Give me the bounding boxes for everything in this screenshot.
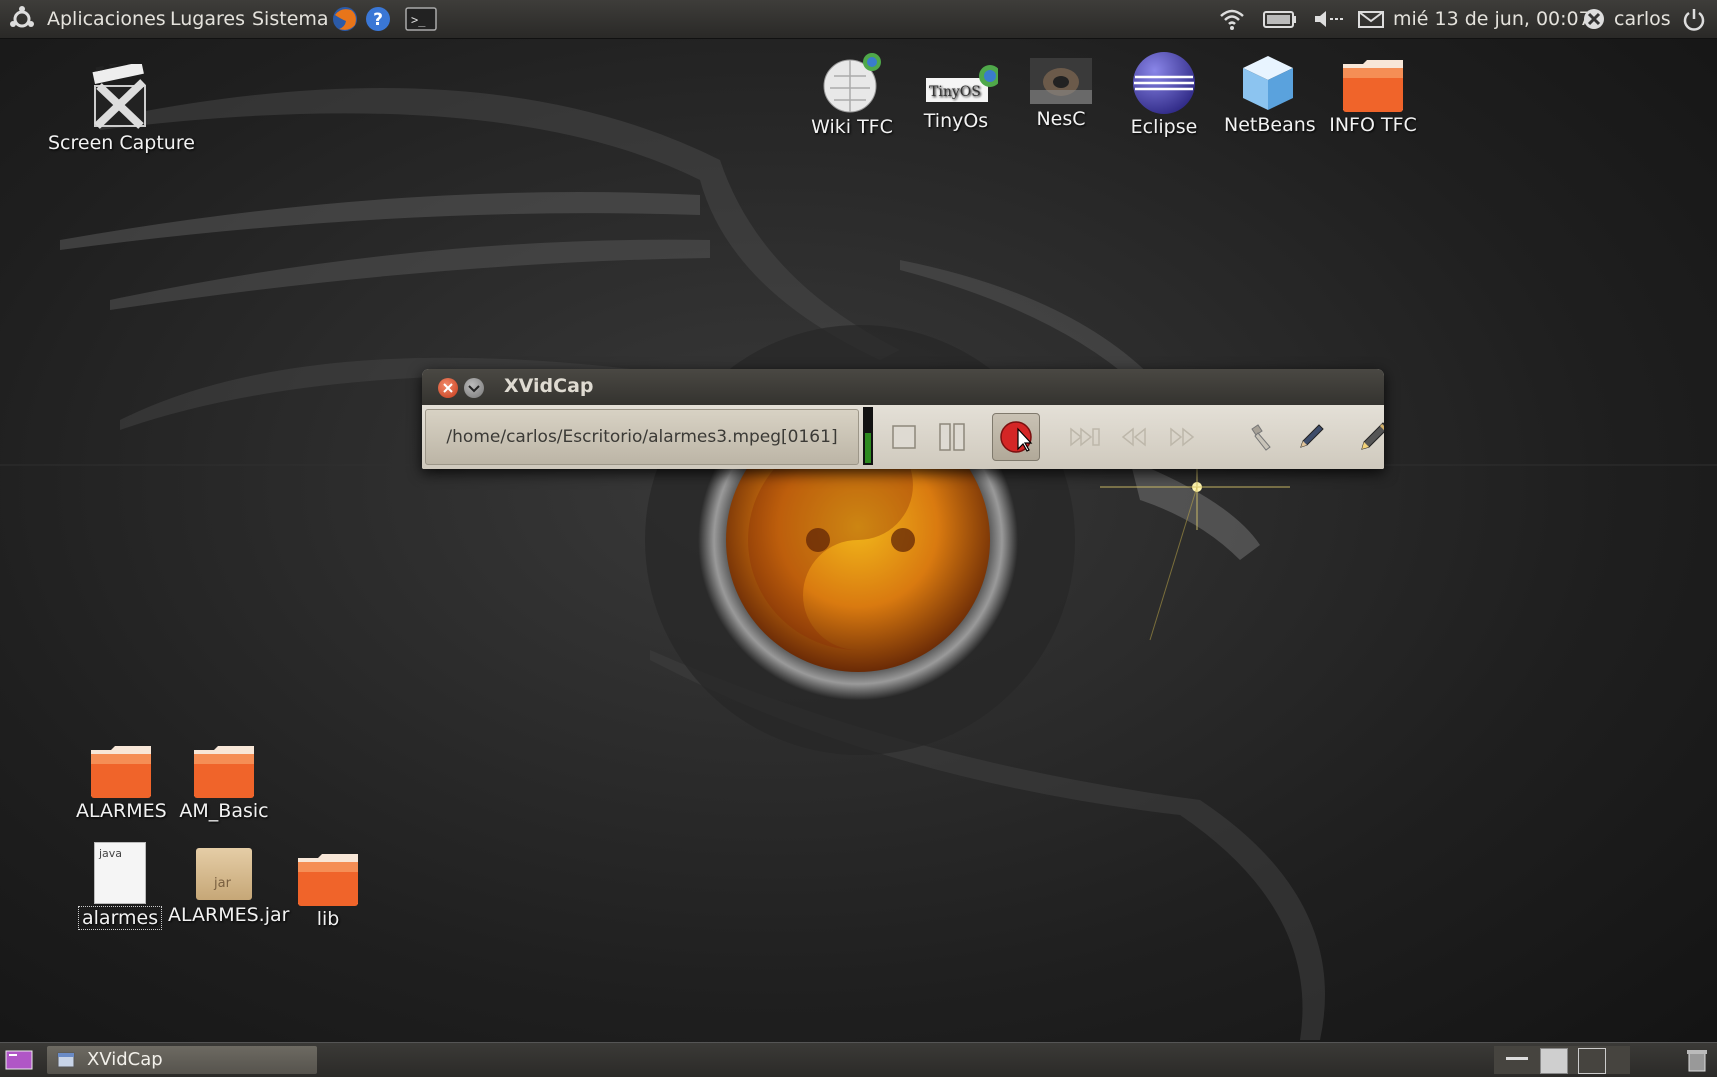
menu-sistema[interactable]: Sistema <box>252 0 329 38</box>
stop-button[interactable] <box>881 413 927 461</box>
java-badge: java <box>99 847 123 860</box>
tinyos-label: TinyOs <box>923 110 989 132</box>
pen-icon <box>1300 424 1324 448</box>
desktop-icon-alarmes-folder[interactable]: ALARMES <box>76 742 167 822</box>
user-icon[interactable] <box>1580 5 1608 33</box>
folder-icon <box>91 746 151 798</box>
terminal-icon[interactable]: >_ <box>405 5 437 33</box>
power-icon[interactable] <box>1680 5 1708 33</box>
level-meter <box>863 407 873 465</box>
annotate-button[interactable] <box>1351 413 1384 461</box>
firefox-icon[interactable] <box>331 5 359 33</box>
window-icon <box>57 1052 75 1068</box>
desktop-icon-wiki-tfc[interactable]: Wiki TFC <box>808 52 896 138</box>
desktop-icon-netbeans[interactable]: NetBeans <box>1224 52 1316 136</box>
tinyos-logo-text: TinyOS <box>929 84 981 100</box>
nesc-label: NesC <box>1036 108 1086 130</box>
workspace-switcher[interactable] <box>1494 1046 1630 1074</box>
folder-icon <box>194 746 254 798</box>
alarmes-folder-label: ALARMES <box>76 800 167 822</box>
alarmes-java-label: alarmes <box>78 906 162 930</box>
desktop-icon-alarmes-java[interactable]: java alarmes <box>78 842 162 930</box>
bottom-panel: XVidCap <box>0 1042 1717 1077</box>
filename-field[interactable]: /home/carlos/Escritorio/alarmes3.mpeg[01… <box>425 409 859 465</box>
desktop-icon-nesc[interactable]: NesC <box>1017 56 1105 130</box>
netbeans-label: NetBeans <box>1224 114 1316 136</box>
tinyos-logo-icon: TinyOS <box>926 65 998 102</box>
xvidcap-titlebar[interactable]: XVidCap <box>422 369 1384 405</box>
desktop-icon-am-basic[interactable]: AM_Basic <box>178 742 270 822</box>
screen-capture-label: Screen Capture <box>48 132 195 154</box>
top-panel: Aplicaciones Lugares Sistema ? >_ mié 13… <box>0 0 1717 39</box>
nesc-icon <box>1030 58 1092 104</box>
forward-button[interactable] <box>1159 413 1205 461</box>
desktop-icon-tinyos[interactable]: TinyOS TinyOs <box>912 62 1000 132</box>
trash-icon[interactable] <box>1685 1047 1709 1077</box>
step-forward-icon <box>1070 427 1100 447</box>
lib-label: lib <box>316 908 340 930</box>
folder-icon <box>1343 60 1403 112</box>
pencil-icon <box>1361 422 1384 450</box>
java-file-icon: java <box>94 842 146 904</box>
desktop-icon-info-tfc[interactable]: INFO TFC <box>1328 56 1418 136</box>
wiki-tfc-label: Wiki TFC <box>811 116 893 138</box>
taskbar-xvidcap[interactable]: XVidCap <box>47 1046 317 1074</box>
battery-icon[interactable] <box>1262 5 1298 33</box>
minimize-button[interactable] <box>464 378 484 398</box>
stop-icon <box>892 425 916 449</box>
clapperboard-icon <box>92 64 146 129</box>
menu-lugares[interactable]: Lugares <box>170 0 245 38</box>
desktop-icon-alarmes-jar[interactable]: jar ALARMES.jar <box>168 848 290 926</box>
rewind-button[interactable] <box>1111 413 1157 461</box>
filename-button[interactable] <box>1239 413 1285 461</box>
wikipedia-icon <box>823 53 881 113</box>
pause-icon <box>939 423 965 451</box>
record-icon <box>1000 421 1033 453</box>
am-basic-label: AM_Basic <box>179 800 269 822</box>
desktop-icon-lib[interactable]: lib <box>290 850 366 930</box>
close-button[interactable] <box>438 378 458 398</box>
menu-aplicaciones[interactable]: Aplicaciones <box>47 0 166 38</box>
info-tfc-label: INFO TFC <box>1329 114 1417 136</box>
rewind-icon <box>1121 427 1146 447</box>
desktop-icon-screen-capture[interactable]: Screen Capture <box>48 64 195 154</box>
svg-text:?: ? <box>373 10 383 30</box>
svg-text:>_: >_ <box>411 13 426 27</box>
xvidcap-toolbar: /home/carlos/Escritorio/alarmes3.mpeg[01… <box>422 405 1384 469</box>
volume-icon[interactable] <box>1311 5 1347 33</box>
user-name[interactable]: carlos <box>1614 0 1671 38</box>
step-button[interactable] <box>1063 413 1109 461</box>
fast-forward-icon <box>1170 427 1195 447</box>
wifi-icon[interactable] <box>1218 5 1246 33</box>
taskbar-label: XVidCap <box>87 1049 163 1070</box>
edit-button[interactable] <box>1288 413 1334 461</box>
eclipse-icon <box>1133 52 1195 114</box>
netbeans-cube-icon <box>1243 56 1293 110</box>
folder-icon <box>298 854 358 906</box>
mail-icon[interactable] <box>1356 5 1386 33</box>
record-button[interactable] <box>992 413 1040 461</box>
help-icon[interactable]: ? <box>364 5 392 33</box>
pause-button[interactable] <box>929 413 975 461</box>
eclipse-label: Eclipse <box>1130 116 1198 138</box>
jar-badge: jar <box>214 876 231 891</box>
chevron-down-icon <box>468 385 480 393</box>
ubuntu-logo-icon[interactable] <box>8 0 36 38</box>
alarmes-jar-label: ALARMES.jar <box>168 904 290 926</box>
xvidcap-window: XVidCap /home/carlos/Escritorio/alarmes3… <box>422 369 1384 469</box>
show-desktop-icon[interactable] <box>5 1049 33 1075</box>
jar-archive-icon: jar <box>196 848 252 900</box>
window-title: XVidCap <box>504 375 594 397</box>
desktop-icon-eclipse[interactable]: Eclipse <box>1120 50 1208 138</box>
close-icon <box>443 383 453 393</box>
wrench-icon <box>1251 424 1271 451</box>
clock[interactable]: mié 13 de jun, 00:07 <box>1393 0 1591 38</box>
